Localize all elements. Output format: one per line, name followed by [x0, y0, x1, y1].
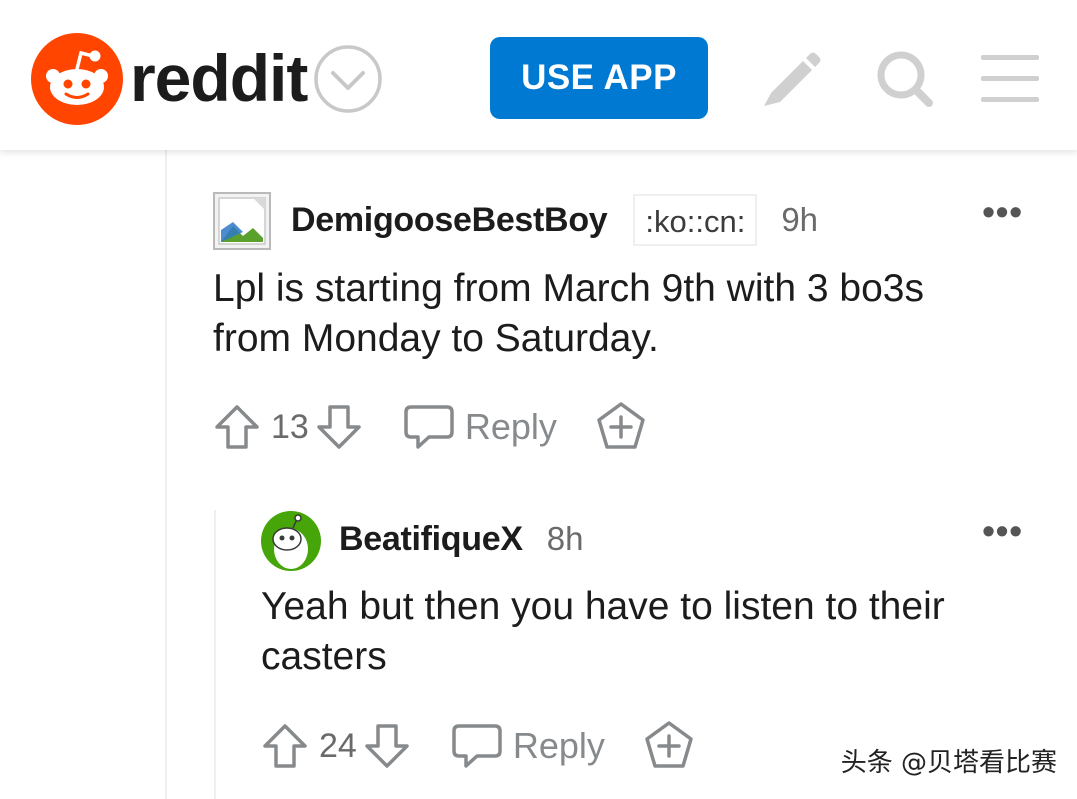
reply-label: Reply: [512, 725, 605, 766]
comment-body-line: Yeah but then you have to listen to thei…: [261, 585, 945, 628]
reddit-logo-icon[interactable]: [31, 33, 123, 125]
thread-line[interactable]: [165, 150, 167, 799]
award-plus-icon[interactable]: [595, 401, 647, 453]
username[interactable]: BeatifiqueX: [339, 520, 523, 559]
comment-actions: 13 Reply: [213, 402, 647, 452]
comment-body: Yeah but then you have to listen to thei…: [261, 582, 945, 682]
more-options-icon[interactable]: •••: [982, 194, 1023, 230]
menu-icon[interactable]: [975, 43, 1045, 113]
thread-line-nested[interactable]: [214, 510, 216, 799]
speech-bubble-icon: [452, 724, 502, 768]
comment-body-line: casters: [261, 635, 387, 678]
pencil-icon[interactable]: [757, 43, 827, 113]
vote-score: 13: [271, 407, 309, 446]
reply-label: Reply: [464, 406, 557, 447]
comment-meta: BeatifiqueX 8h: [339, 517, 583, 561]
top-header: reddit USE APP: [0, 0, 1077, 150]
timestamp[interactable]: 8h: [547, 520, 584, 558]
comment-body-line: Lpl is starting from March 9th with 3 bo…: [213, 267, 924, 310]
comment-actions: 24 Reply: [261, 721, 695, 771]
reddit-wordmark[interactable]: reddit: [130, 42, 308, 114]
user-flair: :ko::cn:: [633, 194, 758, 246]
speech-bubble-icon: [404, 405, 454, 449]
comment-body-line: from Monday to Saturday.: [213, 317, 659, 360]
chevron-down-icon[interactable]: [313, 44, 383, 114]
username[interactable]: DemigooseBestBoy: [291, 201, 608, 240]
upvote-arrow-icon[interactable]: [213, 403, 261, 451]
reply-button[interactable]: Reply: [451, 722, 605, 770]
avatar-placeholder-image-icon[interactable]: [213, 192, 271, 250]
vote-score: 24: [319, 726, 357, 765]
use-app-button[interactable]: USE APP: [490, 37, 708, 119]
search-icon[interactable]: [870, 43, 940, 113]
snoo-avatar-icon[interactable]: [261, 511, 321, 571]
comment-meta: DemigooseBestBoy :ko::cn: 9h: [291, 194, 818, 246]
reddit-mobile-page: reddit USE APP DemigooseBestBoy:ko::cn:…: [0, 0, 1077, 799]
comment-body: Lpl is starting from March 9th with 3 bo…: [213, 264, 924, 364]
upvote-arrow-icon[interactable]: [261, 722, 309, 770]
reply-button[interactable]: Reply: [403, 403, 557, 451]
downvote-arrow-icon[interactable]: [315, 403, 363, 451]
timestamp[interactable]: 9h: [781, 201, 818, 239]
downvote-arrow-icon[interactable]: [363, 722, 411, 770]
more-options-icon[interactable]: •••: [982, 513, 1023, 549]
award-plus-icon[interactable]: [643, 720, 695, 772]
watermark: 头条 @贝塔看比赛: [840, 748, 1057, 778]
